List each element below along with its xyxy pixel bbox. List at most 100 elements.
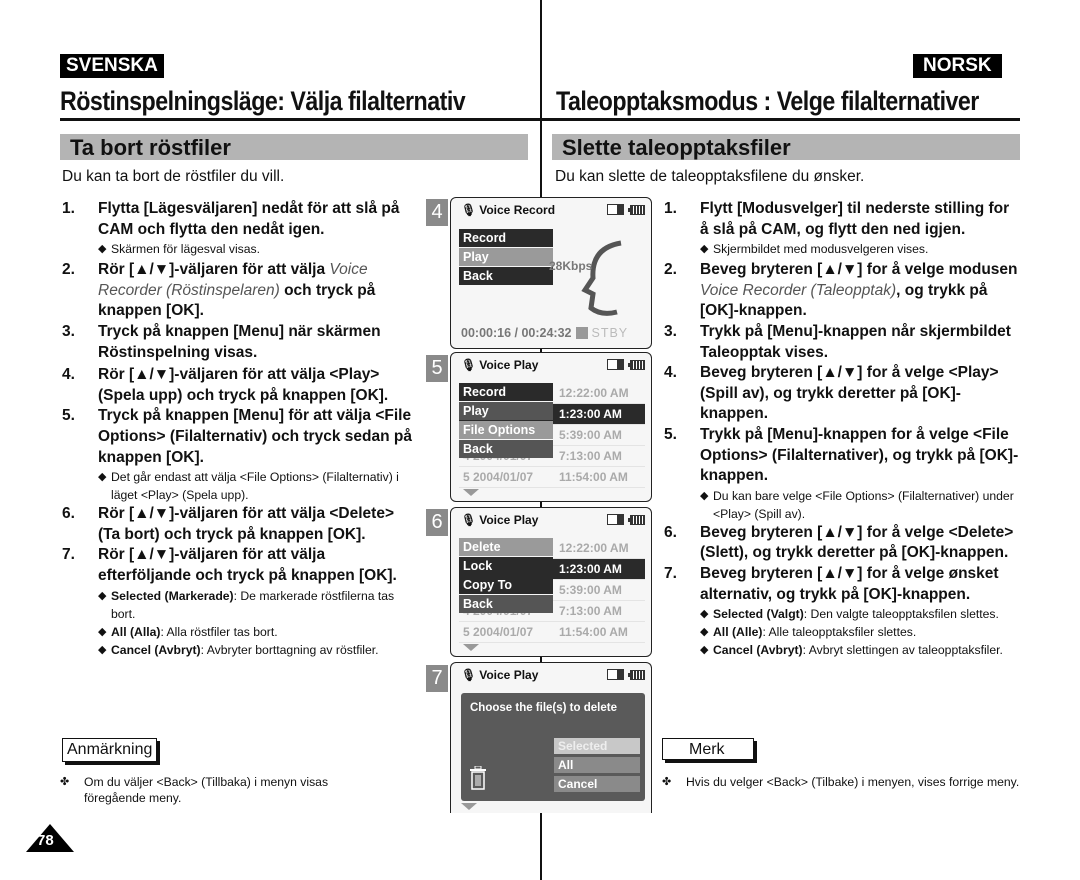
note-bullet-icon: ✤ [662, 776, 672, 788]
diamond-bullet-icon: ◆ [98, 471, 107, 484]
subnote-text: All (Alle): Alle taleopptaksfiler slette… [713, 623, 916, 641]
step-subnote: ◆ All (Alla): Alla röstfiler tas bort. [62, 623, 412, 641]
section-bar-no: Slette taleopptaksfiler [552, 134, 1020, 160]
subnote-desc: Skjermbildet med modusvelgeren vises. [713, 242, 929, 257]
scroll-down-icon[interactable] [463, 644, 479, 651]
scroll-down-icon[interactable] [463, 489, 479, 496]
step-item: 4. Beveg bryteren [▲/▼] for å velge <Play… [664, 363, 1020, 425]
note-label-sv: Anmärkning [62, 738, 158, 762]
step-number: 7. [664, 564, 677, 582]
subnote-desc: : Den valgte taleopptaksfilen slettes. [803, 607, 999, 622]
step-text: Rör [▲/▼]-väljaren för att välja <Play> … [98, 366, 389, 404]
dialog-title: Choose the file(s) to delete [470, 702, 617, 714]
diamond-bullet-icon: ◆ [700, 243, 709, 256]
step-number: 4. [62, 366, 75, 384]
step-text: Rör [▲/▼]-väljaren för att välja <Delete… [98, 505, 394, 543]
delete-dialog: Choose the file(s) to delete Selected Al… [461, 693, 645, 801]
step-subnote: ◆ Cancel (Avbryt): Avbryter borttagning a… [62, 641, 412, 659]
diamond-bullet-icon: ◆ [98, 625, 107, 638]
step-number: 6. [62, 505, 75, 523]
file-time: 1:23:00 AM [559, 407, 622, 421]
menu-item-file-options[interactable]: File Options [459, 421, 553, 439]
subnote-desc: : Alla röstfiler tas bort. [160, 624, 278, 639]
step-item: 7. Beveg bryteren [▲/▼] for å velge ønske… [664, 564, 1020, 605]
battery-icon [628, 204, 645, 215]
file-time: 5:39:00 AM [559, 428, 622, 442]
step-number: 2. [62, 261, 75, 279]
bitrate-label: 28Kbps [549, 259, 593, 273]
screen-number-6: 6 [426, 509, 448, 536]
microphone-icon: 🎙 [461, 358, 477, 372]
note-label-no: Merk [662, 738, 754, 760]
step-text-part: Rör [▲/▼]-väljaren för att välja [98, 261, 330, 279]
file-list-row[interactable]: 5 2004/01/07 11:54:00 AM [459, 467, 645, 488]
file-time: 12:22:00 AM [559, 541, 629, 555]
option-cancel[interactable]: Cancel [554, 776, 640, 792]
step-text-part: Beveg bryteren [▲/▼] for å velge modusen [700, 261, 1018, 279]
step-text: Tryck på knappen [Menu] för att välja <F… [98, 407, 412, 466]
subnote-desc: : Avbryter borttagning av röstfiler. [200, 642, 379, 657]
title-rule-no [540, 118, 1020, 121]
mode-name: Voice Recorder (Taleopptak) [700, 281, 897, 299]
step-item: 6. Rör [▲/▼]-väljaren för att välja <Dele… [62, 504, 412, 545]
step-number: 6. [664, 523, 677, 541]
option-name: Selected (Valgt) [713, 607, 804, 622]
battery-icon [628, 669, 645, 680]
menu-item-record[interactable]: Record [459, 229, 553, 247]
option-name: Cancel (Avbryt) [111, 642, 201, 657]
file-time: 5:39:00 AM [559, 583, 622, 597]
file-time: 11:54:00 AM [559, 625, 628, 639]
subnote-text: Skjermbildet med modusvelgeren vises. [713, 240, 928, 258]
option-name: Cancel (Avbryt) [713, 643, 803, 658]
microphone-icon: 🎙 [461, 513, 477, 527]
diamond-bullet-icon: ◆ [98, 643, 107, 656]
diamond-bullet-icon: ◆ [700, 489, 709, 502]
subnote-desc: Skärmen för lägesval visas. [111, 242, 261, 257]
menu-item-play[interactable]: Play [459, 248, 553, 266]
option-selected[interactable]: Selected [554, 738, 640, 754]
subnote-desc: Du kan bare velge <File Options> (Filalt… [713, 488, 1014, 521]
memory-card-icon [607, 359, 624, 370]
file-list-row[interactable]: 5 2004/01/07 11:54:00 AM [459, 622, 645, 643]
menu-item-delete[interactable]: Delete [459, 538, 553, 556]
memory-card-icon [607, 514, 624, 525]
option-all[interactable]: All [554, 757, 640, 773]
subnote-desc: : Alle taleopptaksfiler slettes. [762, 625, 917, 640]
step-text: Beveg bryteren [▲/▼] for å velge <Delete… [700, 523, 1014, 562]
intro-text-sv: Du kan ta bort de röstfiler du vill. [62, 168, 285, 185]
voice-head-graphic [581, 240, 622, 316]
file-date: 5 2004/01/07 [463, 625, 534, 639]
step-item: 5. Tryck på knappen [Menu] för att välja … [62, 406, 412, 468]
battery-icon [628, 359, 645, 370]
menu-item-back[interactable]: Back [459, 440, 553, 458]
menu-item-copy-to[interactable]: Copy To [459, 576, 553, 594]
screen-header: 🎙 Voice Record [461, 203, 556, 217]
section-title-sv: Ta bort röstfiler [70, 135, 231, 160]
subnote-text: Cancel (Avbryt): Avbryt slettingen av ta… [713, 641, 1003, 659]
step-number: 3. [62, 322, 75, 340]
screen-number-7: 7 [426, 665, 448, 692]
page-title-sv: Röstinspelningsläge: Välja filalternativ [60, 86, 466, 116]
menu-item-back[interactable]: Back [459, 595, 553, 613]
note-text-no: ✤ Hvis du velger <Back> (Tilbake) i meny… [662, 775, 1020, 789]
step-text: Rör [▲/▼]-väljaren för att välja efterfö… [98, 546, 397, 584]
microphone-icon: 🎙 [461, 668, 477, 682]
menu-item-play[interactable]: Play [459, 402, 553, 420]
step-item: 1. Flytta [Lägesväljaren] nedåt för att s… [62, 199, 412, 240]
diamond-bullet-icon: ◆ [700, 626, 709, 639]
option-name: All (Alla) [111, 624, 161, 639]
step-subnote: ◆ All (Alle): Alle taleopptaksfiler slett… [664, 623, 1020, 641]
menu-item-lock[interactable]: Lock [459, 557, 553, 575]
step-item: 3. Tryck på knappen [Menu] när skärmen Rö… [62, 322, 412, 363]
step-number: 5. [62, 407, 75, 425]
menu-item-record[interactable]: Record [459, 383, 553, 401]
screen-voice-play-file-options: 🎙Voice Play 1 2004/01/0712:22:00 AM2 200… [450, 352, 652, 502]
step-text: Flytta [Lägesväljaren] nedåt för att slå… [98, 200, 400, 238]
step-subnote: ◆ Selected (Markerade): De markerade röst… [62, 587, 412, 623]
screen-delete-dialog: 🎙 Voice Play Choose the file(s) to delete… [450, 662, 652, 813]
language-tag-norsk: NORSK [913, 54, 1002, 78]
scroll-down-icon[interactable] [461, 803, 477, 810]
menu-item-back[interactable]: Back [459, 267, 553, 285]
step-item: 4. Rör [▲/▼]-väljaren för att välja <Play… [62, 365, 412, 406]
subnote-text: Selected (Valgt): Den valgte taleopptaks… [713, 605, 999, 623]
